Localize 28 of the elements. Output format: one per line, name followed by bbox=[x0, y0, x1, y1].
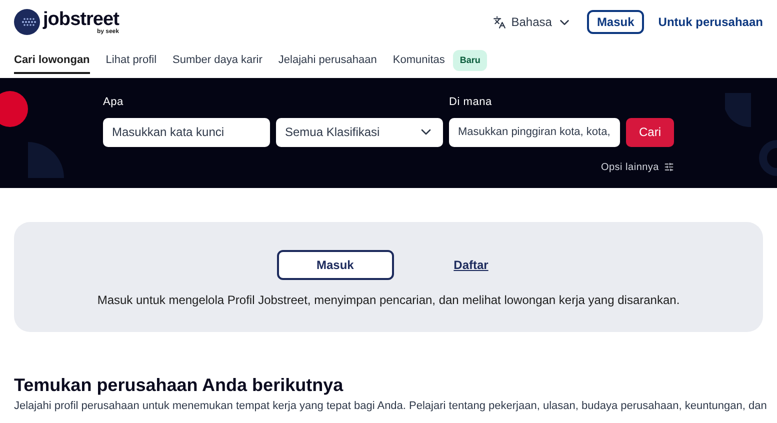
search-button[interactable]: Cari bbox=[626, 118, 674, 146]
field-label: Apa bbox=[103, 95, 124, 110]
section-title: Temukan perusahaan Anda berikutnya bbox=[14, 374, 344, 396]
circle-decoration-icon bbox=[0, 91, 28, 127]
half-circle-decoration-icon bbox=[725, 93, 751, 127]
nav-tab[interactable]: Jelajahi perusahaan bbox=[278, 47, 377, 74]
new-badge: Baru bbox=[452, 50, 488, 72]
logo-wordmark[interactable]: jobstreet bbox=[43, 10, 119, 28]
login-button[interactable]: Masuk bbox=[586, 10, 644, 34]
translate-icon bbox=[493, 16, 506, 28]
nav-tab[interactable]: Lihat profil bbox=[106, 47, 157, 74]
ring-decoration-icon bbox=[759, 140, 777, 176]
location-input[interactable]: Masukkan pinggiran kota, kota, bbox=[449, 118, 620, 146]
nav-tab[interactable]: Cari lowongan bbox=[14, 47, 90, 74]
nav-tab[interactable]: Sumber daya karir bbox=[172, 47, 262, 74]
employer-link[interactable]: Untuk perusahaan bbox=[658, 13, 763, 31]
nav-tab[interactable]: Komunitas bbox=[392, 47, 445, 74]
field-label: Di mana bbox=[449, 95, 493, 110]
signin-message: Masuk untuk mengelola Profil Jobstreet, menyimpan pencarian, dan melihat lowongan kerja yang disarankan. bbox=[97, 292, 680, 309]
more-options-button[interactable]: Opsi lainnya bbox=[600, 160, 674, 174]
language-selector[interactable]: Bahasa bbox=[493, 13, 572, 31]
login-button[interactable]: Masuk bbox=[276, 250, 394, 280]
keyword-input[interactable]: Masukkan kata kunci bbox=[103, 118, 270, 146]
quarter-circle-decoration-icon bbox=[28, 142, 64, 178]
classification-dropdown[interactable]: Semua Klasifikasi bbox=[276, 118, 443, 146]
logo-icon bbox=[14, 9, 40, 35]
sliders-icon bbox=[664, 162, 674, 172]
register-link[interactable]: Daftar bbox=[442, 256, 500, 274]
